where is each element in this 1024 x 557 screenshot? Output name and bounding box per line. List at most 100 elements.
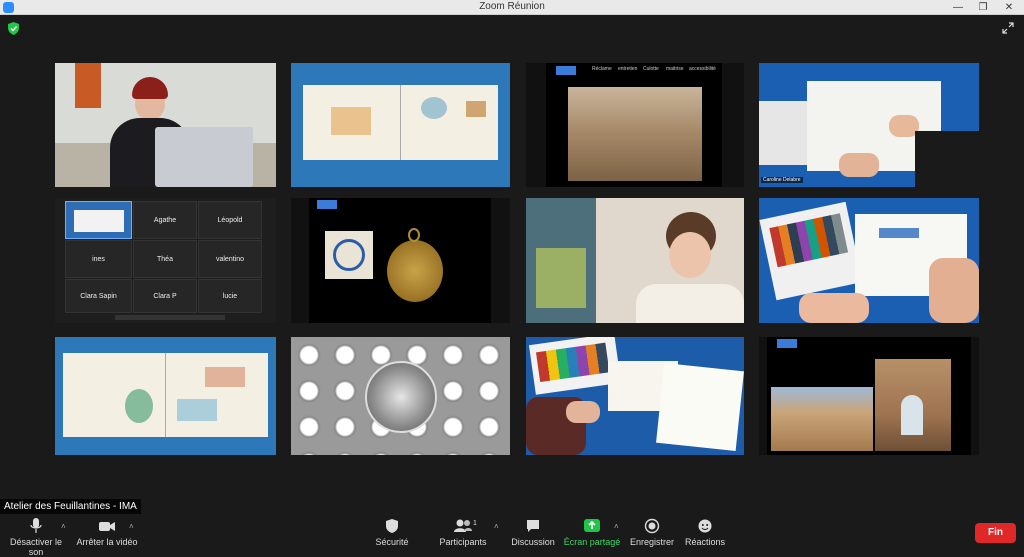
mute-button[interactable]: Désactiver le son bbox=[4, 517, 68, 557]
participant-cell: Clara Sapin bbox=[65, 279, 132, 313]
chevron-up-icon[interactable]: ˄ bbox=[494, 522, 499, 531]
security-shield-icon bbox=[386, 519, 398, 533]
participant-cell: Agathe bbox=[133, 201, 197, 239]
presenter-hair bbox=[132, 77, 168, 99]
chevron-up-icon[interactable]: ˄ bbox=[61, 522, 66, 531]
video-tile-screen-share-1[interactable]: Réclame entretien Culotte maitrise acces… bbox=[526, 63, 744, 187]
student-hand bbox=[566, 401, 600, 423]
sketch-building bbox=[331, 107, 371, 135]
paper-cutout bbox=[759, 101, 807, 165]
chevron-up-icon[interactable]: ˄ bbox=[614, 522, 619, 531]
self-view-paper bbox=[74, 210, 124, 232]
video-tile-sketchbook[interactable] bbox=[291, 63, 510, 187]
participant-cell: Théa bbox=[133, 240, 197, 278]
video-camera-icon bbox=[99, 522, 115, 531]
sketch-camel bbox=[466, 101, 486, 117]
self-view-thumb bbox=[65, 201, 132, 239]
laptop bbox=[155, 127, 253, 187]
shield-icon[interactable] bbox=[8, 22, 19, 35]
paint-pans bbox=[769, 213, 849, 268]
video-tile-watercolor[interactable] bbox=[759, 198, 979, 323]
slide-tab: maitrise bbox=[666, 66, 684, 72]
slide-tab: entretien bbox=[618, 66, 638, 72]
chat-button[interactable]: Discussion bbox=[510, 517, 556, 551]
video-tile-watercolor-notes[interactable] bbox=[526, 337, 744, 455]
slide-thumb bbox=[317, 200, 337, 209]
paint-pans bbox=[535, 342, 610, 383]
participants-label: Participants bbox=[439, 537, 487, 547]
sketch-palm bbox=[125, 389, 153, 423]
ruins-photo-right bbox=[875, 359, 951, 451]
participant-cell: ines bbox=[65, 240, 132, 278]
participant-cell: Léopold bbox=[198, 201, 262, 239]
video-tile-screen-share-2[interactable] bbox=[291, 198, 510, 323]
video-tile-participants-grid[interactable]: Agathe Léopold ines Théa valentino Clara… bbox=[55, 198, 276, 323]
wall-painting bbox=[75, 63, 101, 108]
sketch-rocks bbox=[205, 367, 245, 387]
microphone-icon bbox=[30, 518, 42, 533]
student-face bbox=[669, 232, 711, 278]
astrolabe-drawing-ring bbox=[333, 239, 365, 271]
participant-name-label: Caroline Delabre bbox=[761, 177, 803, 183]
resting-hand bbox=[839, 153, 879, 177]
record-icon bbox=[644, 518, 660, 534]
reactions-label: Réactions bbox=[684, 537, 726, 547]
minimize-button[interactable]: — bbox=[949, 0, 967, 15]
sleeve bbox=[915, 131, 979, 187]
astrolabe-photo bbox=[387, 240, 443, 302]
sketch-aqueduct bbox=[177, 399, 217, 421]
slide-tab: Réclame bbox=[592, 66, 612, 72]
notebook-page bbox=[656, 363, 744, 451]
window-titlebar: Zoom Réunion — ❐ ✕ bbox=[0, 0, 1024, 15]
blue-stroke bbox=[879, 228, 919, 238]
ruins-arch bbox=[901, 395, 923, 435]
participant-cell: lucie bbox=[198, 279, 262, 313]
student-shirt bbox=[636, 284, 744, 323]
participants-button[interactable]: Participants bbox=[436, 517, 490, 551]
record-button[interactable]: Enregistrer bbox=[628, 517, 676, 551]
diaphragm-rosette bbox=[365, 361, 437, 433]
video-tile-presenter[interactable] bbox=[55, 63, 276, 187]
mini-toolbar bbox=[115, 315, 225, 320]
hand-right bbox=[929, 258, 979, 323]
security-button[interactable]: Sécurité bbox=[368, 517, 416, 551]
chat-bubble-icon bbox=[527, 520, 539, 532]
slide-thumb bbox=[777, 339, 797, 348]
slide-tab: accessibilité bbox=[689, 66, 716, 72]
share-screen-icon bbox=[584, 519, 600, 532]
chevron-up-icon[interactable]: ˄ bbox=[129, 522, 134, 531]
participant-cell: valentino bbox=[198, 240, 262, 278]
chat-label: Discussion bbox=[511, 537, 555, 547]
desert-ruins-photo bbox=[568, 87, 702, 181]
hand-left bbox=[799, 293, 869, 323]
video-tile-travel-sketchbook[interactable] bbox=[55, 337, 276, 455]
video-tile-student[interactable] bbox=[526, 198, 744, 323]
astrolabe-ring bbox=[408, 228, 420, 242]
reactions-icon bbox=[698, 519, 712, 533]
end-meeting-button[interactable]: Fin bbox=[975, 523, 1016, 543]
share-screen-button[interactable]: Écran partagé bbox=[562, 517, 622, 551]
meeting-name-tag: Atelier des Feuillantines - IMA bbox=[0, 499, 141, 514]
slide-tab: Culotte bbox=[643, 66, 659, 72]
share-label: Écran partagé bbox=[563, 537, 621, 547]
astrolabe-drawing bbox=[325, 231, 373, 279]
window-title: Zoom Réunion bbox=[479, 1, 545, 12]
painting-foliage bbox=[536, 248, 586, 308]
fullscreen-icon[interactable] bbox=[1002, 22, 1014, 34]
sketchbook-spine bbox=[165, 353, 166, 437]
sketchbook-spine bbox=[400, 85, 401, 160]
participants-icon bbox=[454, 519, 472, 532]
participant-cell: Clara P bbox=[133, 279, 197, 313]
video-tile-screen-share-3[interactable] bbox=[759, 337, 979, 455]
close-button[interactable]: ✕ bbox=[1000, 0, 1018, 15]
security-label: Sécurité bbox=[375, 537, 409, 547]
record-label: Enregistrer bbox=[629, 537, 674, 547]
video-label: Arrêter la vidéo bbox=[76, 537, 138, 547]
video-tile-painter[interactable]: Caroline Delabre bbox=[759, 63, 979, 187]
video-tile-mashrabiya[interactable] bbox=[291, 337, 510, 455]
watercolor-palette bbox=[759, 201, 863, 301]
maximize-button[interactable]: ❐ bbox=[974, 0, 992, 15]
mute-label: Désactiver le son bbox=[9, 537, 63, 557]
sketch-dome bbox=[421, 97, 447, 119]
reactions-button[interactable]: Réactions bbox=[684, 517, 726, 551]
